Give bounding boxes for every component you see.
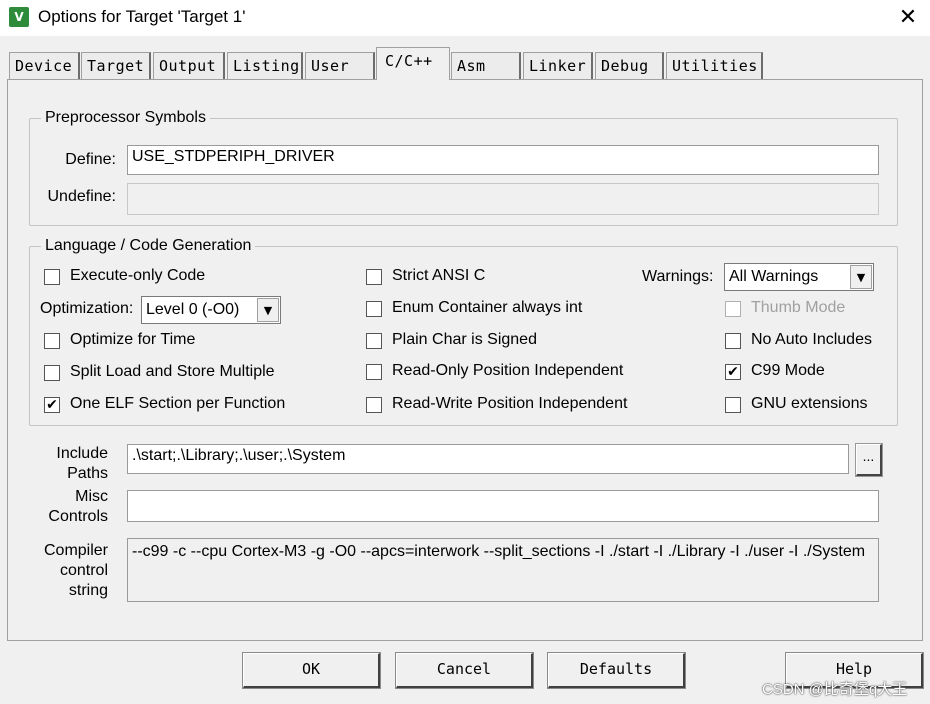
define-input[interactable]: USE_STDPERIPH_DRIVER — [127, 145, 879, 175]
ok-button[interactable]: OK — [243, 653, 380, 688]
chevron-down-icon[interactable]: ▼ — [850, 265, 872, 289]
split-load-label: Split Load and Store Multiple — [70, 363, 275, 380]
misc-controls-input[interactable] — [127, 490, 879, 522]
compiler-control-label: Compiler control string — [30, 541, 108, 601]
defaults-button[interactable]: Defaults — [548, 653, 685, 688]
preprocessor-group-title: Preprocessor Symbols — [41, 109, 210, 127]
compiler-label-line3: string — [68, 582, 108, 599]
include-label-line2: Paths — [67, 465, 108, 482]
tab-utilities[interactable]: Utilities — [666, 52, 763, 79]
plain-char-box[interactable] — [366, 333, 382, 349]
ro-pi-box[interactable] — [366, 364, 382, 380]
no-auto-includes-box[interactable] — [725, 333, 741, 349]
optimize-time-box[interactable] — [44, 333, 60, 349]
codegen-group-title: Language / Code Generation — [41, 237, 256, 255]
include-browse-button[interactable]: ... — [855, 443, 883, 477]
tab-asm[interactable]: Asm — [451, 52, 521, 79]
include-paths-label: Include Paths — [30, 444, 108, 484]
window-title: Options for Target 'Target 1' — [38, 7, 246, 26]
define-label: Define: — [65, 151, 116, 168]
include-paths-input[interactable]: .\start;.\Library;.\user;.\System — [127, 444, 849, 474]
undefine-label: Undefine: — [47, 188, 117, 205]
c99-mode-label: C99 Mode — [751, 362, 825, 379]
chevron-down-icon[interactable]: ▼ — [257, 298, 279, 322]
rw-pi-label: Read-Write Position Independent — [392, 395, 628, 412]
execute-only-box[interactable] — [44, 269, 60, 285]
include-label-line1: Include — [56, 445, 108, 462]
thumb-mode-box — [725, 301, 741, 317]
rw-pi-box[interactable] — [366, 397, 382, 413]
one-elf-label: One ELF Section per Function — [70, 395, 286, 412]
warnings-label: Warnings: — [642, 268, 714, 285]
tab-device[interactable]: Device — [9, 52, 80, 79]
strict-ansi-label: Strict ANSI C — [392, 267, 486, 284]
split-load-box[interactable] — [44, 365, 60, 381]
thumb-mode-label: Thumb Mode — [751, 299, 846, 316]
optimization-value: Level 0 (-O0) — [146, 301, 240, 318]
close-button[interactable]: ✕ — [890, 2, 926, 34]
misc-controls-label: Misc Controls — [30, 487, 108, 527]
ro-pi-label: Read-Only Position Independent — [392, 362, 624, 379]
title-bar: V Options for Target 'Target 1' ✕ — [0, 0, 930, 36]
tab-c-cpp[interactable]: C/C++ — [376, 47, 450, 80]
tab-output[interactable]: Output — [153, 52, 225, 79]
tab-user[interactable]: User — [305, 52, 375, 79]
check-icon[interactable]: ✔ — [725, 364, 741, 380]
compiler-label-line1: Compiler — [43, 542, 108, 559]
gnu-extensions-box[interactable] — [725, 397, 741, 413]
undefine-input[interactable] — [127, 183, 879, 215]
warnings-select[interactable]: All Warnings ▼ — [724, 263, 874, 291]
cancel-button[interactable]: Cancel — [396, 653, 533, 688]
misc-label-line2: Controls — [48, 508, 108, 525]
compiler-label-line2: control — [59, 562, 108, 579]
execute-only-label: Execute-only Code — [70, 267, 206, 284]
tab-listing[interactable]: Listing — [227, 52, 303, 79]
optimize-time-label: Optimize for Time — [70, 331, 196, 348]
app-icon: V — [9, 7, 29, 27]
plain-char-label: Plain Char is Signed — [392, 331, 537, 348]
compiler-control-string[interactable]: --c99 -c --cpu Cortex-M3 -g -O0 --apcs=i… — [127, 538, 879, 602]
optimization-label: Optimization: — [40, 300, 134, 317]
tab-target[interactable]: Target — [81, 52, 151, 79]
gnu-extensions-label: GNU extensions — [751, 395, 868, 412]
optimization-select[interactable]: Level 0 (-O0) ▼ — [141, 296, 281, 324]
tab-linker[interactable]: Linker — [523, 52, 593, 79]
warnings-value: All Warnings — [729, 268, 819, 285]
watermark: CSDN @比奇堡q大王 — [762, 681, 908, 698]
enum-container-box[interactable] — [366, 301, 382, 317]
enum-container-label: Enum Container always int — [392, 299, 583, 316]
no-auto-includes-label: No Auto Includes — [751, 331, 872, 348]
tab-debug[interactable]: Debug — [595, 52, 664, 79]
check-icon[interactable]: ✔ — [44, 397, 60, 413]
misc-label-line1: Misc — [75, 488, 108, 505]
strict-ansi-box[interactable] — [366, 269, 382, 285]
